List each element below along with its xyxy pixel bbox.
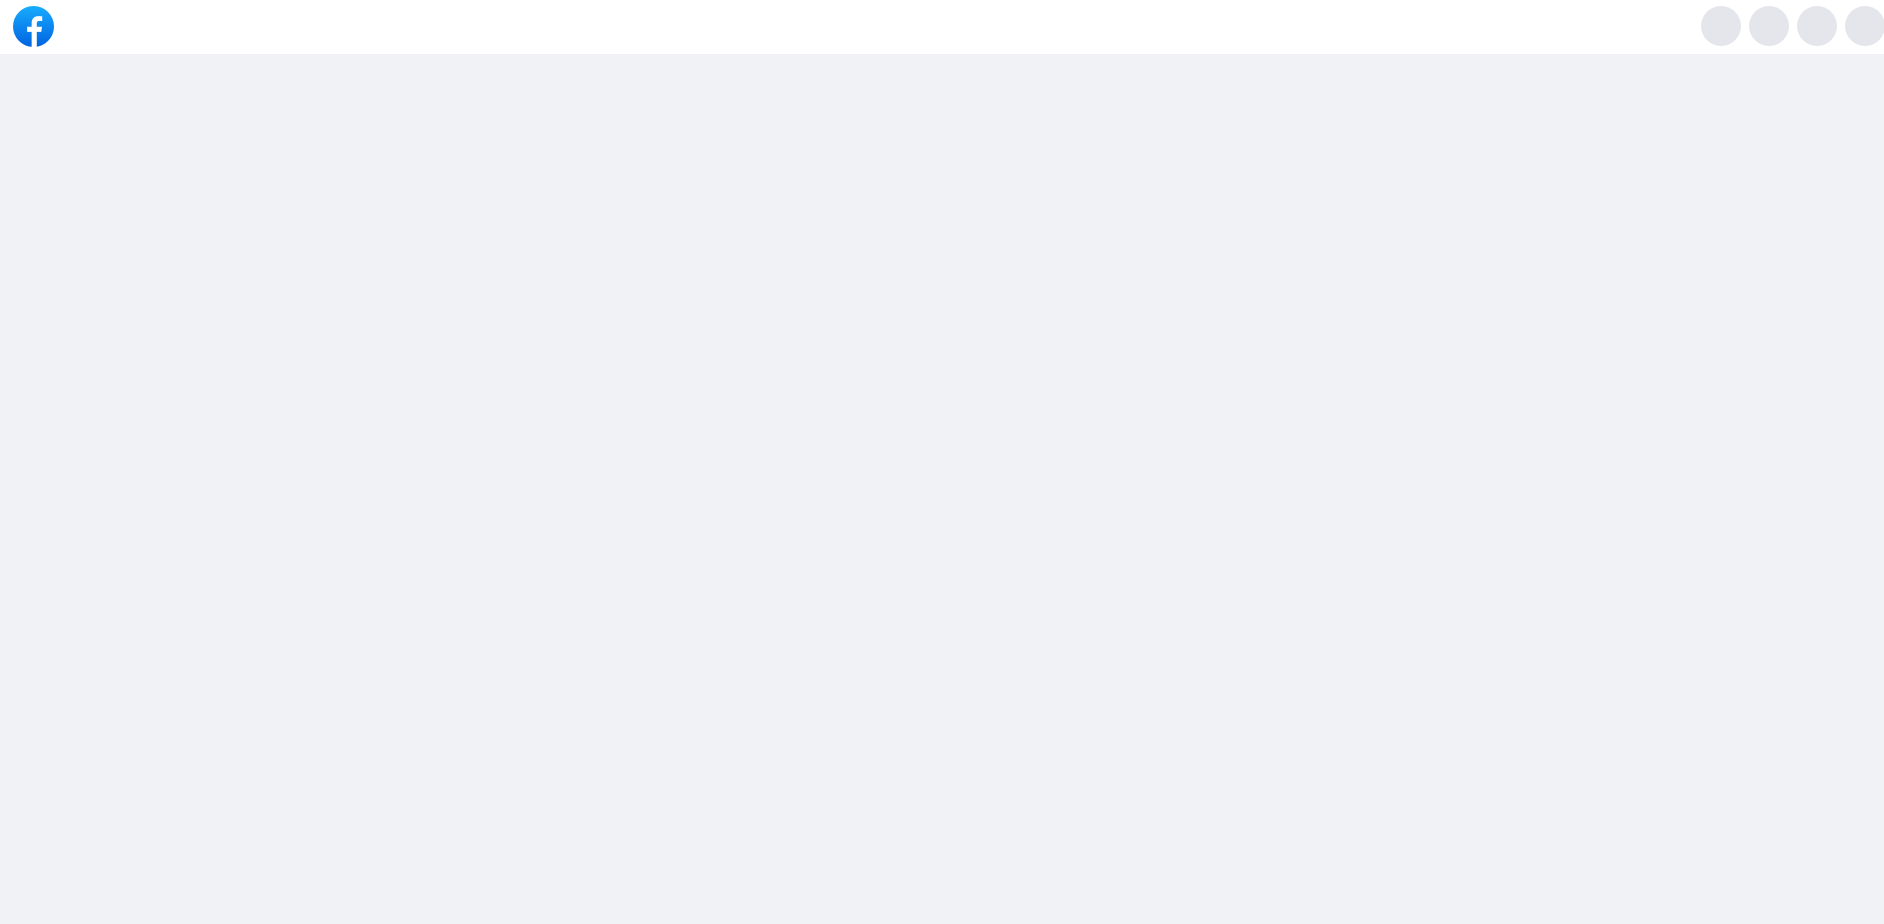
header-actions [1701, 6, 1884, 47]
main-content-area [0, 54, 1884, 924]
action-placeholder-3[interactable] [1797, 6, 1837, 46]
action-placeholder-4[interactable] [1845, 6, 1884, 46]
action-placeholder-1[interactable] [1701, 6, 1741, 46]
facebook-logo-icon[interactable] [13, 6, 54, 47]
action-placeholder-2[interactable] [1749, 6, 1789, 46]
top-navigation-bar [0, 0, 1884, 54]
